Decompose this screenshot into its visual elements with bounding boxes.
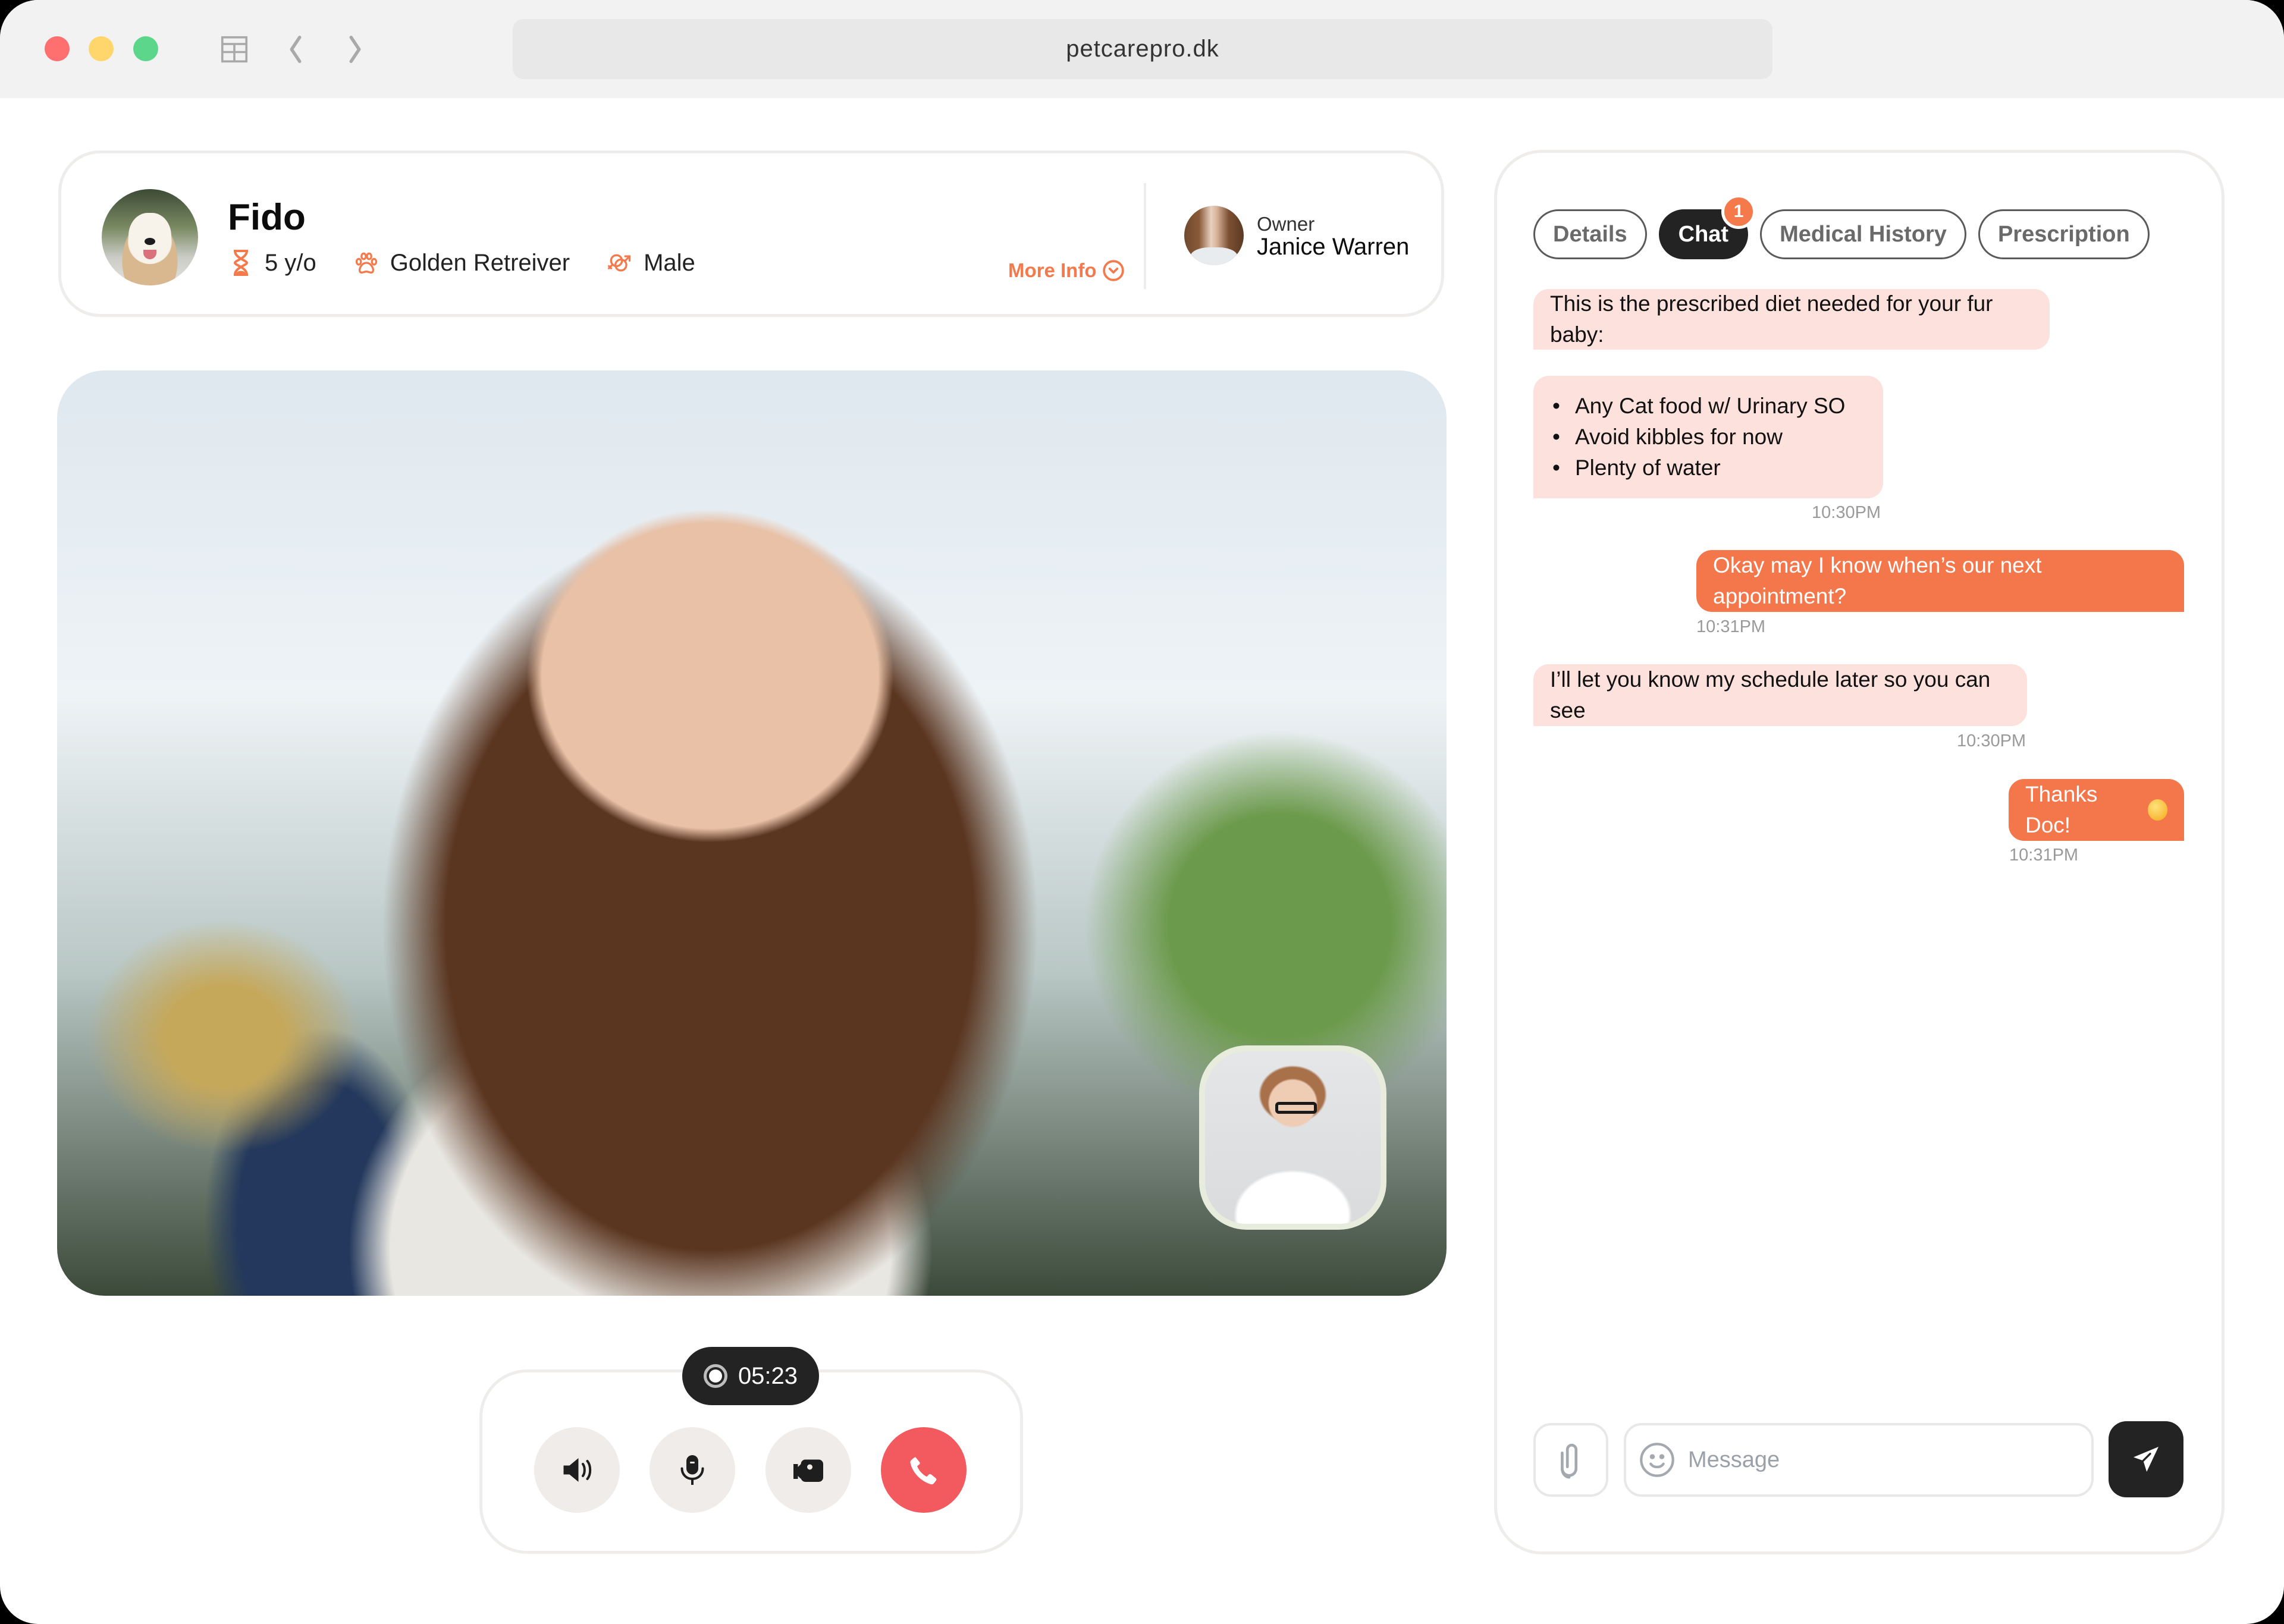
pet-age: 5 y/o [228,249,316,277]
pet-sex-text: Male [644,249,695,276]
more-info-label: More Info [1008,259,1097,281]
message-timestamp: 10:31PM [2009,846,2079,865]
paw-icon [355,252,377,274]
tab-prescription[interactable]: Prescription [1978,209,2150,259]
pet-breed: Golden Retreiver [353,249,570,277]
pet-breed-text: Golden Retreiver [390,249,570,276]
tab-details[interactable]: Details [1533,209,1647,259]
message-text: Okay may I know when’s our next appointm… [1713,553,2042,608]
speaker-button[interactable] [534,1427,620,1513]
send-button[interactable] [2109,1421,2183,1497]
forward-icon[interactable] [339,33,371,65]
phone-icon [910,1457,937,1485]
diet-list: Any Cat food w/ Urinary SO Avoid kibbles… [1550,391,1845,483]
end-call-button[interactable] [881,1427,967,1513]
microphone-icon [680,1455,704,1485]
tab-chat-label: Chat [1678,221,1729,247]
call-timer: 05:23 [682,1347,819,1405]
owner-label: Owner [1257,213,1315,235]
message-timestamp: 10:30PM [1957,731,2026,750]
message-text: I’ll let you know my schedule later so y… [1550,667,1991,723]
close-window-button[interactable] [45,36,70,61]
chat-tabs: Details Chat 1 Medical History Prescript… [1533,194,2161,259]
unread-badge: 1 [1721,194,1756,229]
paperclip-icon [1561,1443,1578,1479]
chat-message-incoming: I’ll let you know my schedule later so y… [1533,664,2027,726]
tab-medical-history[interactable]: Medical History [1760,209,1966,259]
main-video-feed [57,370,1447,1296]
message-timestamp: 10:30PM [1812,503,1881,522]
pet-name: Fido [228,197,306,238]
browser-window: petcarepro.dk Fido 5 y/o Golden Retreive… [0,0,2284,1624]
pet-meta: 5 y/o Golden Retreiver Male [228,249,732,277]
gender-icon [608,254,631,272]
self-view-video[interactable] [1199,1045,1386,1230]
card-divider [1144,183,1146,289]
camera-button[interactable] [765,1427,851,1513]
owner-name: Janice Warren [1257,234,1410,260]
tab-medical-history-label: Medical History [1780,221,1947,247]
browser-toolbar: petcarepro.dk [0,0,2284,98]
video-camera-icon [793,1459,823,1482]
hourglass-icon [233,250,249,276]
message-text: This is the prescribed diet needed for y… [1550,291,1993,347]
pet-age-text: 5 y/o [265,249,316,276]
speaker-icon [563,1458,592,1482]
sidebar-layout-icon[interactable] [218,33,250,65]
call-timer-text: 05:23 [738,1362,798,1389]
tab-chat[interactable]: Chat 1 [1658,194,1756,259]
message-text: Thanks Doc! [2025,782,2098,837]
chat-message-outgoing: Thanks Doc! [2009,779,2184,841]
minimize-window-button[interactable] [89,36,114,61]
maximize-window-button[interactable] [133,36,158,61]
attach-button[interactable] [1533,1423,1608,1497]
diet-list-item: Plenty of water [1550,453,1845,483]
message-composer [1624,1423,2094,1497]
message-input[interactable] [1688,1447,2069,1473]
diet-list-item: Avoid kibbles for now [1550,422,1845,453]
diet-list-item: Any Cat food w/ Urinary SO [1550,391,1845,422]
more-info-button[interactable]: More Info [1008,259,1125,282]
back-icon[interactable] [280,33,312,65]
url-bar[interactable]: petcarepro.dk [513,19,1772,79]
tab-prescription-label: Prescription [1997,221,2130,247]
pet-info-card: Fido 5 y/o Golden Retreiver Male More In… [58,150,1444,317]
tab-details-label: Details [1553,221,1627,247]
owner-avatar [1184,206,1244,265]
chat-message-incoming-list: Any Cat food w/ Urinary SO Avoid kibbles… [1533,376,1883,498]
url-text: petcarepro.dk [1066,36,1219,62]
recording-icon [703,1364,727,1388]
chevron-down-circle-icon [1103,260,1125,281]
send-icon [2134,1447,2158,1472]
message-timestamp: 10:31PM [1696,617,1766,636]
chat-message-incoming: This is the prescribed diet needed for y… [1533,289,2050,350]
emoji-picker-icon[interactable] [1638,1441,1676,1479]
chat-message-outgoing: Okay may I know when’s our next appointm… [1696,550,2184,612]
smiling-face-emoji-icon [2147,799,2167,821]
pet-avatar [102,189,198,285]
pet-sex: Male [607,249,695,277]
microphone-button[interactable] [650,1427,735,1513]
chat-panel [1494,150,2225,1554]
